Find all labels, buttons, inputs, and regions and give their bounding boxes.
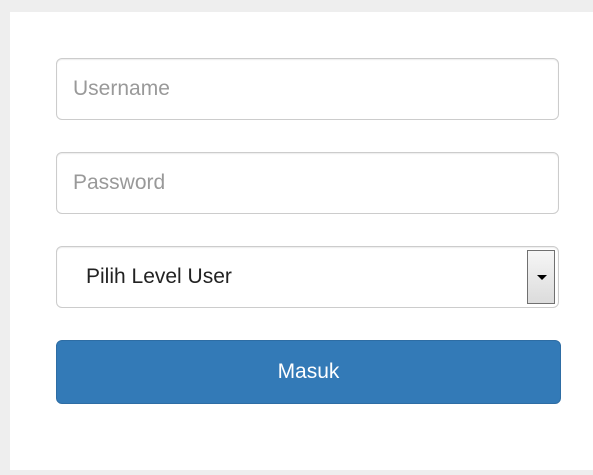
level-user-select[interactable]: Pilih Level User — [56, 246, 559, 308]
masuk-button[interactable]: Masuk — [56, 340, 561, 404]
level-user-selected-value: Pilih Level User — [86, 265, 232, 288]
password-input[interactable] — [56, 152, 559, 214]
chevron-down-icon — [537, 275, 547, 280]
username-input[interactable] — [56, 58, 559, 120]
page-background: Pilih Level User Masuk — [0, 0, 593, 475]
select-dropdown-button[interactable] — [527, 250, 555, 304]
